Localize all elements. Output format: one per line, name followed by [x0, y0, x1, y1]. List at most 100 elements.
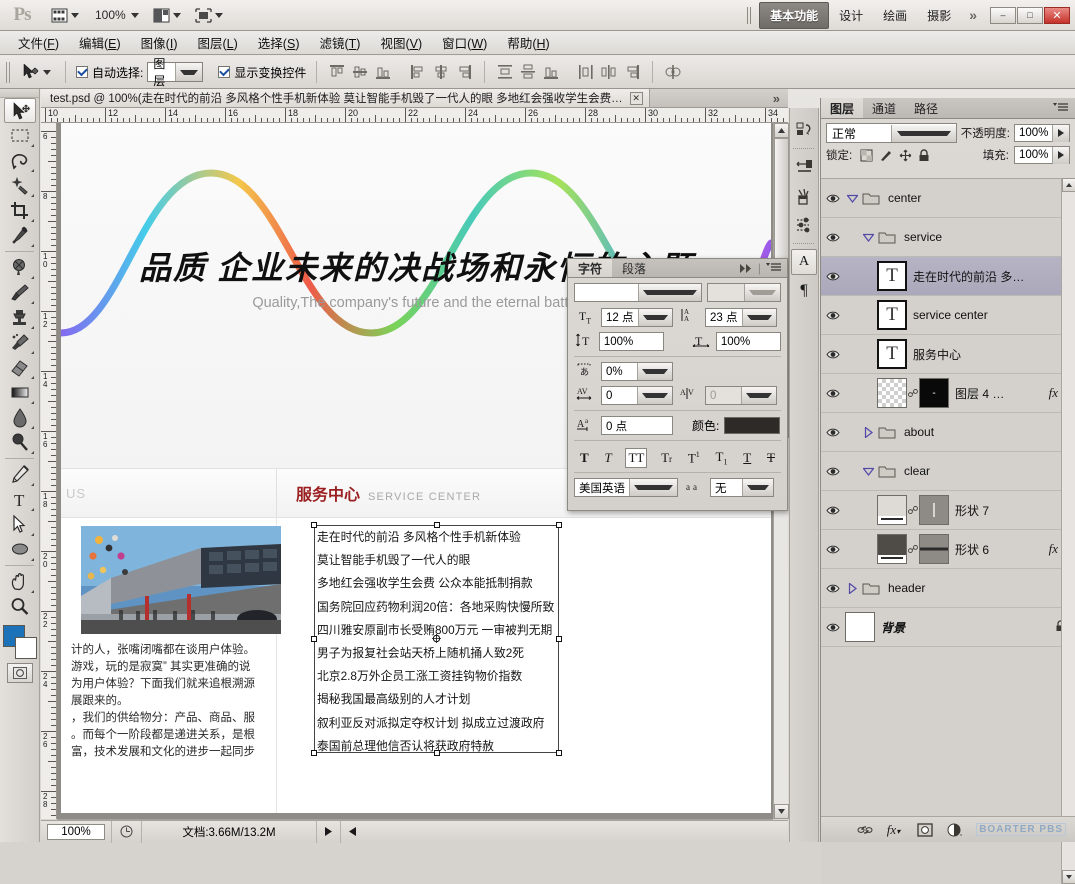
layer-row-4[interactable]: T 服务中心	[821, 335, 1075, 374]
tracking-field[interactable]: 0	[601, 386, 673, 405]
layer-visibility-icon[interactable]	[826, 466, 840, 477]
layer-thumbnail[interactable]	[845, 612, 875, 642]
arrange-documents-button[interactable]	[146, 4, 188, 27]
menu-item-6[interactable]: 视图(V)	[370, 30, 432, 55]
document-tabs-overflow-icon[interactable]: »	[765, 89, 788, 107]
tool-quick-selection-tool[interactable]	[4, 173, 36, 198]
layer-visibility-icon[interactable]	[826, 193, 840, 204]
layer-visibility-toggle[interactable]	[821, 232, 845, 243]
auto-select-checkbox[interactable]	[76, 66, 88, 78]
align-horizontal-centers[interactable]	[431, 62, 451, 82]
transform-handle-tr[interactable]	[556, 522, 562, 528]
layers-scroll-down-arrow[interactable]	[1062, 870, 1075, 884]
add-layer-mask-icon[interactable]	[917, 822, 933, 837]
mask-link-icon[interactable]: ☍	[907, 504, 919, 517]
distribute-top-edges[interactable]	[576, 62, 596, 82]
text-color-swatch[interactable]	[724, 417, 781, 434]
auto-align-layers[interactable]	[663, 62, 683, 82]
layer-disclosure-toggle[interactable]	[845, 194, 860, 203]
layer-disclosure-toggle[interactable]	[861, 467, 876, 476]
opacity-slider-arrow[interactable]	[1052, 124, 1069, 142]
dock-grip[interactable]	[747, 6, 754, 24]
menu-item-2[interactable]: 图像(I)	[131, 30, 188, 55]
workspace-tab-painting[interactable]: 绘画	[873, 3, 917, 28]
chevron-right-icon[interactable]	[848, 582, 857, 594]
transform-reference-point[interactable]	[431, 634, 441, 643]
vertical-scale-field[interactable]: 100%	[598, 332, 664, 351]
font-style-dropdown[interactable]	[707, 283, 781, 302]
layer-row-1[interactable]: service	[821, 218, 1075, 257]
panel-menu-icon[interactable]	[766, 263, 781, 273]
new-adjustment-layer-icon[interactable]	[947, 823, 963, 837]
layer-thumbnail[interactable]	[877, 378, 907, 408]
options-bar-grip[interactable]	[6, 61, 11, 83]
layer-visibility-icon[interactable]	[826, 583, 840, 594]
layer-visibility-icon[interactable]	[826, 622, 840, 633]
layer-visibility-icon[interactable]	[826, 310, 840, 321]
layer-row-10[interactable]: header	[821, 569, 1075, 608]
layer-thumbnail-text[interactable]: T	[877, 339, 907, 369]
style-strikethrough-button[interactable]: T	[765, 449, 777, 467]
tool-crop-tool[interactable]	[4, 198, 36, 223]
text-layer-bounding-box[interactable]: 走在时代的前沿 多风格个性手机新体验 莫让智能手机毁了一代人的眼 多地红会强收学生会…	[311, 522, 562, 756]
layer-row-9[interactable]: ☍ 形状 6 fx	[821, 530, 1075, 569]
history-panel-icon[interactable]	[791, 117, 817, 143]
tool-eraser-tool[interactable]	[4, 355, 36, 380]
tool-zoom-tool[interactable]	[4, 594, 36, 619]
transform-handle-mr[interactable]	[556, 636, 562, 642]
scroll-up-arrow[interactable]	[774, 123, 789, 138]
tool-spot-healing-brush-tool[interactable]	[4, 255, 36, 280]
auto-select-target-dropdown[interactable]: 图层	[147, 57, 204, 88]
chevron-right-icon[interactable]	[864, 426, 873, 438]
tab-character[interactable]: 字符	[568, 259, 613, 277]
style-superscript-button[interactable]: T1	[686, 449, 702, 467]
menu-item-3[interactable]: 图层(L)	[188, 30, 248, 55]
align-bottom-edges[interactable]	[373, 62, 393, 82]
layer-row-5[interactable]: ☍ - 图层 4 … fx	[821, 374, 1075, 413]
baseline-shift-field[interactable]: 0 点	[601, 416, 673, 435]
layer-list[interactable]: center service T 走在时代的前沿 多… Tservice center T…	[821, 178, 1075, 884]
view-extras-button[interactable]	[44, 4, 86, 27]
horizontal-scale-field[interactable]: 100%	[715, 332, 781, 351]
style-all-caps-button[interactable]: TT	[625, 448, 648, 468]
layer-visibility-icon[interactable]	[826, 544, 840, 555]
layer-visibility-icon[interactable]	[826, 427, 840, 438]
tab-paths[interactable]: 路径	[905, 98, 947, 118]
style-small-caps-button[interactable]: Tr	[659, 449, 674, 467]
quick-mask-toggle[interactable]	[6, 663, 33, 683]
style-subscript-button[interactable]: T1	[714, 448, 730, 468]
align-left-edges[interactable]	[408, 62, 428, 82]
distribute-bottom-edges[interactable]	[622, 62, 642, 82]
kerning-field[interactable]: 0	[705, 386, 777, 405]
layer-row-2[interactable]: T 走在时代的前沿 多…	[821, 257, 1075, 296]
menu-item-1[interactable]: 编辑(E)	[69, 30, 131, 55]
transform-handle-tl[interactable]	[311, 522, 317, 528]
tab-channels[interactable]: 通道	[863, 98, 905, 118]
paragraph-panel-icon[interactable]: ¶	[791, 278, 817, 304]
menu-item-0[interactable]: 文件(F)	[8, 30, 69, 55]
menu-item-7[interactable]: 窗口(W)	[432, 30, 497, 55]
layers-scroll-up-arrow[interactable]	[1062, 178, 1075, 192]
chevron-down-icon[interactable]	[863, 467, 874, 476]
layer-visibility-icon[interactable]	[826, 388, 840, 399]
zoom-field[interactable]: 100%	[47, 823, 105, 840]
font-size-field[interactable]: 12 点	[601, 307, 673, 327]
layer-vector-mask-thumbnail[interactable]	[919, 534, 949, 564]
tool-hand-tool[interactable]	[4, 569, 36, 594]
lock-position-icon[interactable]	[899, 149, 912, 162]
style-faux-bold-button[interactable]: T	[578, 449, 591, 467]
vertical-ruler[interactable]: 6 8 1 0 1 2 1 4 1 6 1 8 2 0 2 2 2 4 2 6 2 8	[41, 123, 57, 819]
transform-handle-bl[interactable]	[311, 750, 317, 756]
toolbox-grip[interactable]	[0, 89, 39, 98]
layers-scrollbar[interactable]	[1061, 178, 1075, 884]
layer-mask-thumbnail[interactable]: -	[919, 378, 949, 408]
layer-disclosure-toggle[interactable]	[861, 233, 876, 242]
layers-panel-menu-button[interactable]	[1053, 98, 1075, 118]
tool-eyedropper-tool[interactable]	[4, 223, 36, 248]
fill-field[interactable]: 100%	[1014, 146, 1070, 164]
mask-link-icon[interactable]: ☍	[907, 387, 919, 400]
maximize-button[interactable]: □	[1017, 6, 1043, 24]
align-top-edges[interactable]	[327, 62, 347, 82]
tool-dodge-tool[interactable]	[4, 430, 36, 455]
lock-all-icon[interactable]	[918, 148, 930, 162]
